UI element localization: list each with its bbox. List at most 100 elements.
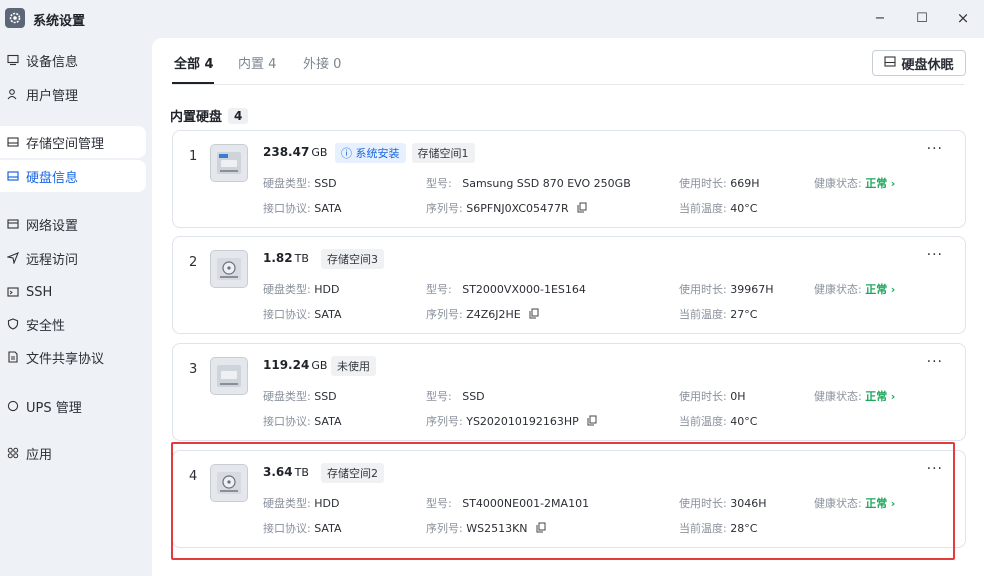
field-value: SATA — [314, 415, 342, 428]
disk-size: 119.24 — [263, 358, 310, 372]
tab-external[interactable]: 外接 0 — [303, 53, 341, 72]
field-value: HDD — [314, 283, 340, 296]
disk-model: 型号: Samsung SSD 870 EVO 250GB — [426, 175, 631, 191]
field-value: SSD — [314, 177, 337, 190]
disk-unit: GB — [311, 146, 328, 159]
copy-icon[interactable] — [577, 202, 587, 216]
sidebar-item-file-sharing[interactable]: 文件共享协议 — [0, 341, 146, 373]
chevron-right-icon: › — [890, 390, 896, 403]
title-bar: 系统设置 − ☐ × — [0, 0, 984, 38]
disk-health[interactable]: 健康状态: 正常 › — [814, 388, 895, 404]
sidebar-item-label: 设备信息 — [26, 54, 79, 70]
tab-internal[interactable]: 内置 4 — [238, 53, 276, 72]
field-label: 硬盘类型: — [263, 283, 311, 296]
disk-model: 型号: ST2000VX000-1ES164 — [426, 281, 586, 297]
field-value: 40°C — [730, 415, 758, 428]
disk-tags: ⓘ 系统安装 存储空间1 — [335, 143, 475, 163]
minimize-button[interactable]: − — [868, 8, 892, 28]
field-label: 当前温度: — [679, 202, 727, 215]
field-value: 669H — [730, 177, 760, 190]
sidebar-item-apps[interactable]: 应用 — [0, 437, 146, 469]
sidebar-item-ups[interactable]: UPS 管理 — [0, 390, 146, 422]
monitor-icon — [6, 53, 20, 67]
settings-gear-icon — [5, 8, 25, 28]
field-value: SATA — [314, 202, 342, 215]
system-install-label: 系统安装 — [355, 147, 400, 160]
apps-icon — [6, 446, 20, 460]
field-value: SATA — [314, 308, 342, 321]
disk-sleep-label: 硬盘休眠 — [901, 57, 954, 73]
network-icon — [6, 217, 20, 231]
field-value: Samsung SSD 870 EVO 250GB — [462, 177, 631, 190]
sidebar-item-security[interactable]: 安全性 — [0, 308, 146, 340]
shield-icon — [6, 317, 20, 331]
sidebar-item-label: 应用 — [26, 447, 53, 463]
sidebar-item-label: 安全性 — [26, 318, 66, 334]
sidebar-item-ssh[interactable]: SSH — [0, 276, 146, 308]
disk-capacity: 238.47 GB — [263, 145, 327, 159]
maximize-button[interactable]: ☐ — [910, 8, 934, 28]
disk-type: 硬盘类型: SSD — [263, 388, 337, 404]
disk-card-1[interactable]: 1 238.47 GB ⓘ 系统安装 存储空间1 硬盘类型: SSD 接口协议: … — [172, 130, 966, 228]
system-install-tag: ⓘ 系统安装 — [335, 143, 406, 163]
disk-sleep-button[interactable]: 硬盘休眠 — [872, 50, 966, 76]
disk-size: 1.82 — [263, 251, 293, 265]
disk-type: 硬盘类型: SSD — [263, 175, 337, 191]
disk-card-3[interactable]: 3 119.24 GB 未使用 硬盘类型: SSD 接口协议: SATA 型号: … — [172, 343, 966, 441]
disk-health[interactable]: 健康状态: 正常 › — [814, 175, 895, 191]
document-icon — [6, 350, 20, 364]
field-value: S6PFNJ0XC05477R — [466, 202, 569, 215]
more-options-icon[interactable]: ··· — [927, 354, 943, 370]
sidebar-item-label: SSH — [26, 284, 53, 300]
disk-index: 3 — [189, 362, 198, 377]
power-icon — [6, 399, 20, 413]
field-label: 型号: — [426, 283, 452, 296]
sidebar-item-network[interactable]: 网络设置 — [0, 208, 146, 240]
disk-index: 2 — [189, 255, 198, 270]
tabs-divider — [172, 84, 964, 85]
copy-icon[interactable] — [529, 308, 539, 322]
disk-health[interactable]: 健康状态: 正常 › — [814, 281, 895, 297]
field-label: 接口协议: — [263, 202, 311, 215]
disk-serial: 序列号: YS202010192163HP — [426, 413, 597, 429]
close-button[interactable]: × — [951, 8, 975, 28]
field-label: 接口协议: — [263, 415, 311, 428]
field-label: 健康状态: — [814, 283, 862, 296]
disk-unit: GB — [311, 359, 328, 372]
disk-hours: 使用时长: 0H — [679, 388, 746, 404]
unused-tag: 未使用 — [331, 356, 376, 376]
disk-icon — [6, 169, 20, 183]
field-label: 型号: — [426, 390, 452, 403]
field-value: SSD — [462, 390, 485, 403]
sidebar-item-label: 用户管理 — [26, 88, 79, 104]
more-options-icon[interactable]: ··· — [927, 141, 943, 157]
sidebar-item-remote-access[interactable]: 远程访问 — [0, 242, 146, 274]
copy-icon[interactable] — [587, 415, 597, 429]
health-status: 正常 — [865, 283, 888, 296]
users-icon — [6, 87, 20, 101]
field-label: 当前温度: — [679, 308, 727, 321]
storage-icon — [6, 135, 20, 149]
sidebar-item-storage-management[interactable]: 存储空间管理 — [0, 126, 146, 158]
disk-tags: 存储空间3 — [321, 249, 384, 269]
disk-protocol: 接口协议: SATA — [263, 413, 341, 429]
disk-temperature: 当前温度: 27°C — [679, 306, 757, 322]
more-options-icon[interactable]: ··· — [927, 247, 943, 263]
disk-icon — [884, 55, 897, 71]
field-value: 0H — [730, 390, 746, 403]
tab-all[interactable]: 全部 4 — [174, 53, 214, 72]
disk-tags: 未使用 — [331, 356, 376, 376]
disk-index: 1 — [189, 149, 198, 164]
disk-serial: 序列号: S6PFNJ0XC05477R — [426, 200, 587, 216]
disk-serial: 序列号: Z4Z6J2HE — [426, 306, 539, 322]
field-label: 健康状态: — [814, 177, 862, 190]
field-value: 27°C — [730, 308, 758, 321]
disk-capacity: 119.24 GB — [263, 358, 327, 372]
field-value: ST2000VX000-1ES164 — [462, 283, 586, 296]
field-label: 硬盘类型: — [263, 177, 311, 190]
sidebar-item-user-management[interactable]: 用户管理 — [0, 78, 146, 110]
sidebar-item-disk-info[interactable]: 硬盘信息 — [0, 160, 146, 192]
disk-card-2[interactable]: 2 1.82 TB 存储空间3 硬盘类型: HDD 接口协议: SATA 型号: … — [172, 236, 966, 334]
field-label: 健康状态: — [814, 390, 862, 403]
sidebar-item-device-info[interactable]: 设备信息 — [0, 44, 146, 76]
